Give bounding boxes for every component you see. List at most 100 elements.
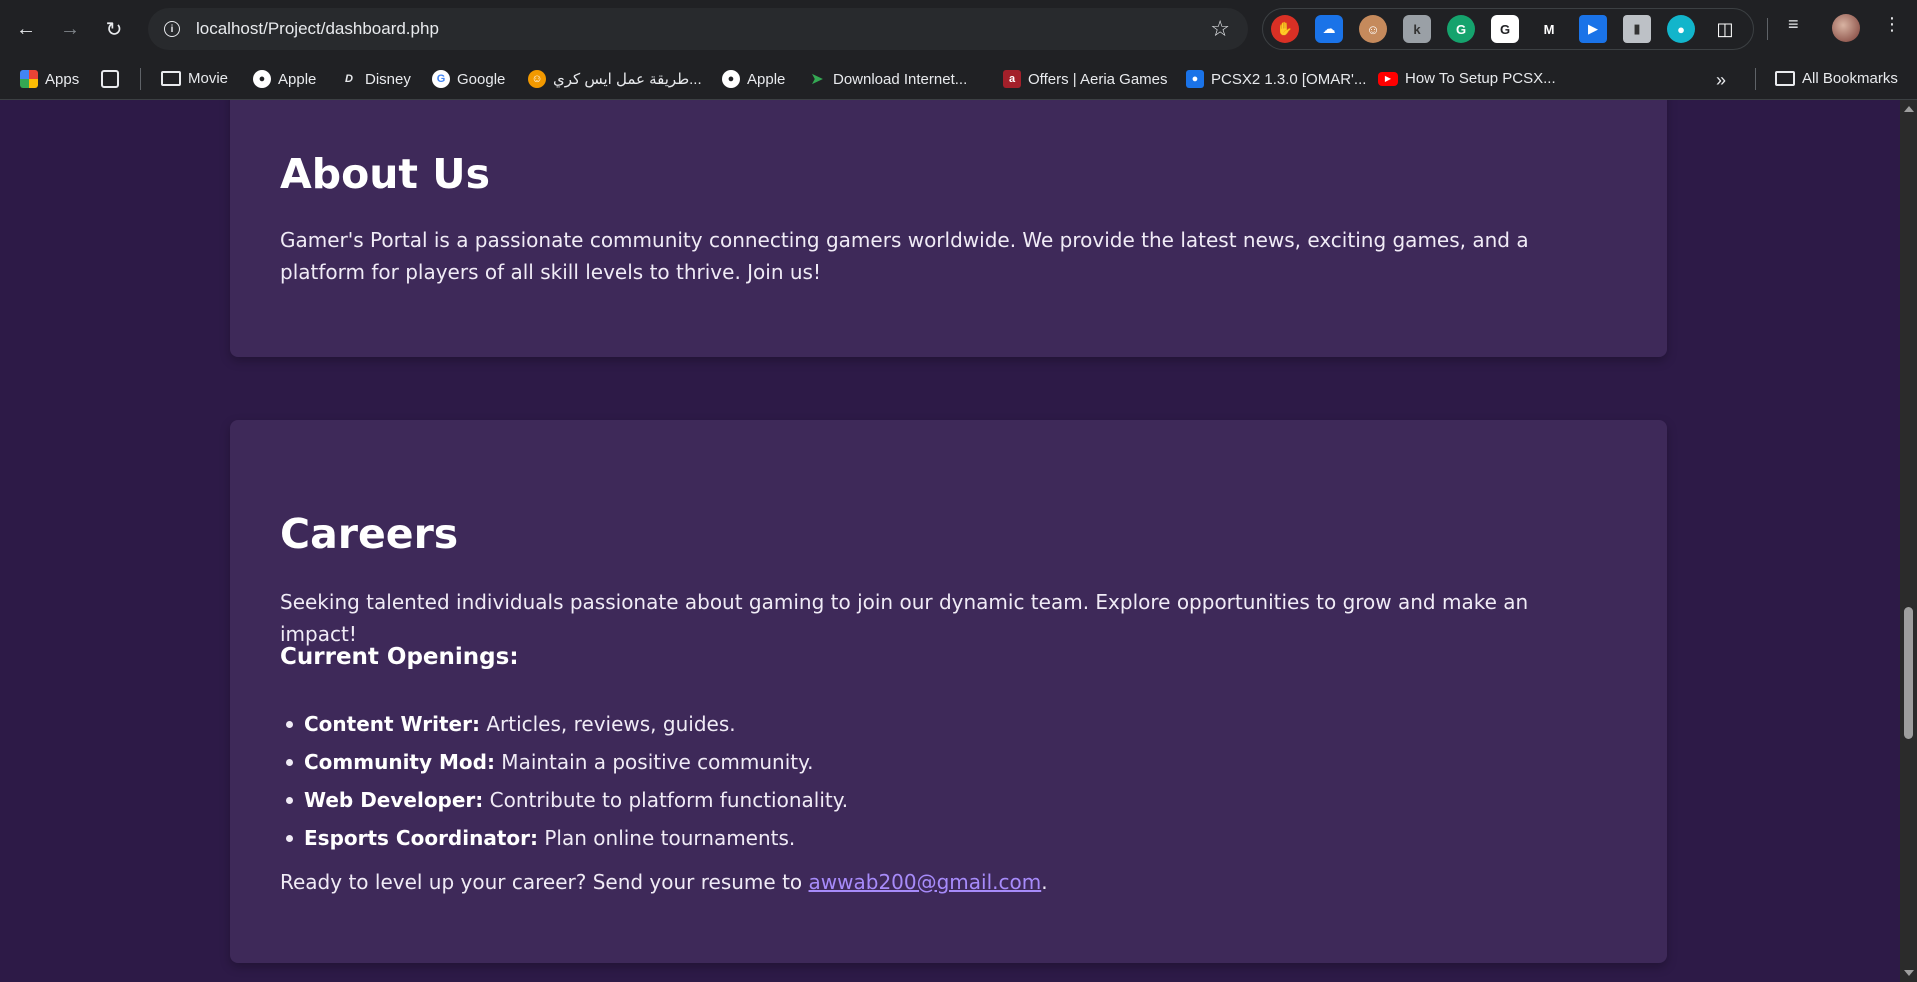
address-bar[interactable]: i localhost/Project/dashboard.php ☆ [148, 8, 1248, 50]
bookmark-label: Offers | Aeria Games [1028, 70, 1168, 88]
puzzle-icon[interactable]: ◫ [1711, 15, 1739, 43]
stop-sign-icon[interactable]: ✋ [1271, 15, 1299, 43]
arrow-icon: ➤ [810, 71, 824, 88]
avatar[interactable] [1832, 14, 1860, 42]
bookmark-label: PCSX2 1.3.0 [OMAR'... [1211, 70, 1367, 88]
bookmark-star-icon[interactable]: ☆ [1210, 16, 1230, 42]
bookmark-disney[interactable]: D Disney [340, 70, 411, 88]
opening-role: Content Writer: [304, 712, 480, 736]
cta-suffix: . [1041, 870, 1048, 894]
apple-icon: ● [722, 70, 740, 88]
globe-icon[interactable]: ● [1667, 15, 1695, 43]
google-icon: G [432, 70, 450, 88]
bookmark-label: Download Internet... [833, 70, 968, 88]
bookmark-divider [1755, 68, 1756, 90]
reload-button[interactable]: ↻ [96, 11, 132, 47]
arrow-right-icon: → [60, 17, 80, 40]
opening-desc: Contribute to platform functionality. [483, 788, 849, 812]
browser-toolbar: ← → ↻ i localhost/Project/dashboard.php … [0, 0, 1917, 58]
email-link[interactable]: awwab200@gmail.com [809, 870, 1042, 894]
url-path: /Project/dashboard.php [263, 19, 439, 38]
bookmark-apple[interactable]: ● Apple [253, 70, 316, 88]
opening-desc: Maintain a positive community. [494, 750, 814, 774]
bookmark-icecream[interactable]: ☺ طريقة عمل ايس كري... [528, 70, 702, 88]
all-bookmarks-label: All Bookmarks [1802, 70, 1898, 87]
disney-icon: D [345, 73, 353, 85]
forward-button[interactable]: → [52, 11, 88, 47]
list-item: Community Mod: Maintain a positive commu… [280, 743, 848, 781]
all-bookmarks-button[interactable]: All Bookmarks [1775, 70, 1898, 87]
aeria-icon: a [1003, 70, 1021, 88]
reload-icon: ↻ [105, 18, 123, 41]
about-body: Gamer's Portal is a passionate community… [280, 228, 1529, 284]
bookmark-divider [140, 68, 141, 90]
site-info-button[interactable]: i [158, 15, 186, 43]
extensions-group: ✋ ☁ ☺ k G G M ▶ ▮ ● ◫ [1262, 8, 1754, 50]
opening-desc: Plan online tournaments. [538, 826, 796, 850]
bookmarks-bar: Apps Movie ● Apple D Disney G Google ☺ ط… [0, 58, 1917, 100]
url-host: localhost [196, 19, 264, 38]
bookmark-google[interactable]: G Google [432, 70, 505, 88]
bookmark-label: طريقة عمل ايس كري... [553, 71, 702, 88]
bookmark-label: Apple [747, 70, 786, 88]
bookmark-apps[interactable]: Apps [20, 70, 79, 88]
pcsx2-icon: ● [1186, 70, 1204, 88]
about-card: About Us Gamer's Portal is a passionate … [230, 100, 1667, 357]
careers-card: Careers Seeking talented individuals pas… [230, 420, 1667, 963]
apps-grid-icon [20, 70, 38, 88]
opening-desc: Articles, reviews, guides. [479, 712, 736, 736]
list-item: Web Developer: Contribute to platform fu… [280, 781, 848, 819]
grid-icon [101, 70, 119, 88]
scroll-down-arrow-icon[interactable] [1904, 970, 1914, 976]
grammarly-icon[interactable]: G [1447, 15, 1475, 43]
careers-title: Careers [280, 510, 459, 558]
face-icon[interactable]: ☺ [1359, 15, 1387, 43]
g-icon[interactable]: G [1491, 15, 1519, 43]
reading-list-icon[interactable]: ≡ [1788, 14, 1799, 35]
bookmark-grid[interactable] [101, 70, 119, 88]
malwarebytes-icon[interactable]: M [1535, 15, 1563, 43]
bookmark-label: Apps [45, 70, 80, 88]
bookmark-label: How To Setup PCSX... [1405, 70, 1556, 87]
careers-intro: Seeking talented individuals passionate … [280, 590, 1529, 646]
screen-capture-icon[interactable]: ▶ [1579, 15, 1607, 43]
device-icon[interactable]: ▮ [1623, 15, 1651, 43]
youtube-icon: ▶ [1378, 71, 1398, 86]
bookmark-label: Disney [365, 70, 411, 88]
info-icon: i [164, 21, 180, 37]
bookmark-pcsx2[interactable]: ● PCSX2 1.3.0 [OMAR'... [1186, 70, 1366, 88]
letter-k-icon[interactable]: k [1403, 15, 1431, 43]
bookmark-youtube[interactable]: ▶ How To Setup PCSX... [1378, 70, 1556, 87]
bookmark-aeria[interactable]: a Offers | Aeria Games [1003, 70, 1168, 88]
careers-cta: Ready to level up your career? Send your… [280, 866, 1610, 898]
page-content: About Us Gamer's Portal is a passionate … [0, 100, 1900, 982]
cta-text: Ready to level up your career? Send your… [280, 870, 809, 894]
opening-role: Web Developer: [304, 788, 484, 812]
scroll-thumb[interactable] [1904, 607, 1913, 739]
bookmark-label: Google [457, 70, 506, 88]
url-text[interactable]: localhost/Project/dashboard.php [196, 19, 439, 39]
folder-icon [161, 71, 181, 86]
opening-role: Esports Coordinator: [304, 826, 539, 850]
arrow-left-icon: ← [16, 17, 36, 40]
toolbar-divider [1767, 18, 1768, 40]
opening-role: Community Mod: [304, 750, 495, 774]
cloud-icon[interactable]: ☁ [1315, 15, 1343, 43]
about-title: About Us [280, 150, 491, 198]
bookmark-apple-2[interactable]: ● Apple [722, 70, 785, 88]
smiley-icon: ☺ [528, 70, 546, 88]
openings-title: Current Openings: [280, 644, 519, 670]
apple-icon: ● [253, 70, 271, 88]
more-bookmarks-button[interactable]: » [1716, 70, 1726, 91]
bookmark-movie[interactable]: Movie [161, 70, 228, 87]
chevron-double-right-icon: » [1716, 70, 1727, 90]
bookmark-label: Movie [188, 70, 229, 87]
bookmark-label: Apple [278, 70, 317, 88]
scroll-up-arrow-icon[interactable] [1904, 106, 1914, 112]
back-button[interactable]: ← [8, 11, 44, 47]
page-scrollbar[interactable] [1900, 100, 1917, 982]
openings-list: Content Writer: Articles, reviews, guide… [280, 705, 848, 857]
bookmark-download-internet[interactable]: ➤ Download Internet... [808, 70, 968, 89]
menu-icon[interactable]: ⋮ [1883, 14, 1901, 35]
list-item: Esports Coordinator: Plan online tournam… [280, 819, 848, 857]
